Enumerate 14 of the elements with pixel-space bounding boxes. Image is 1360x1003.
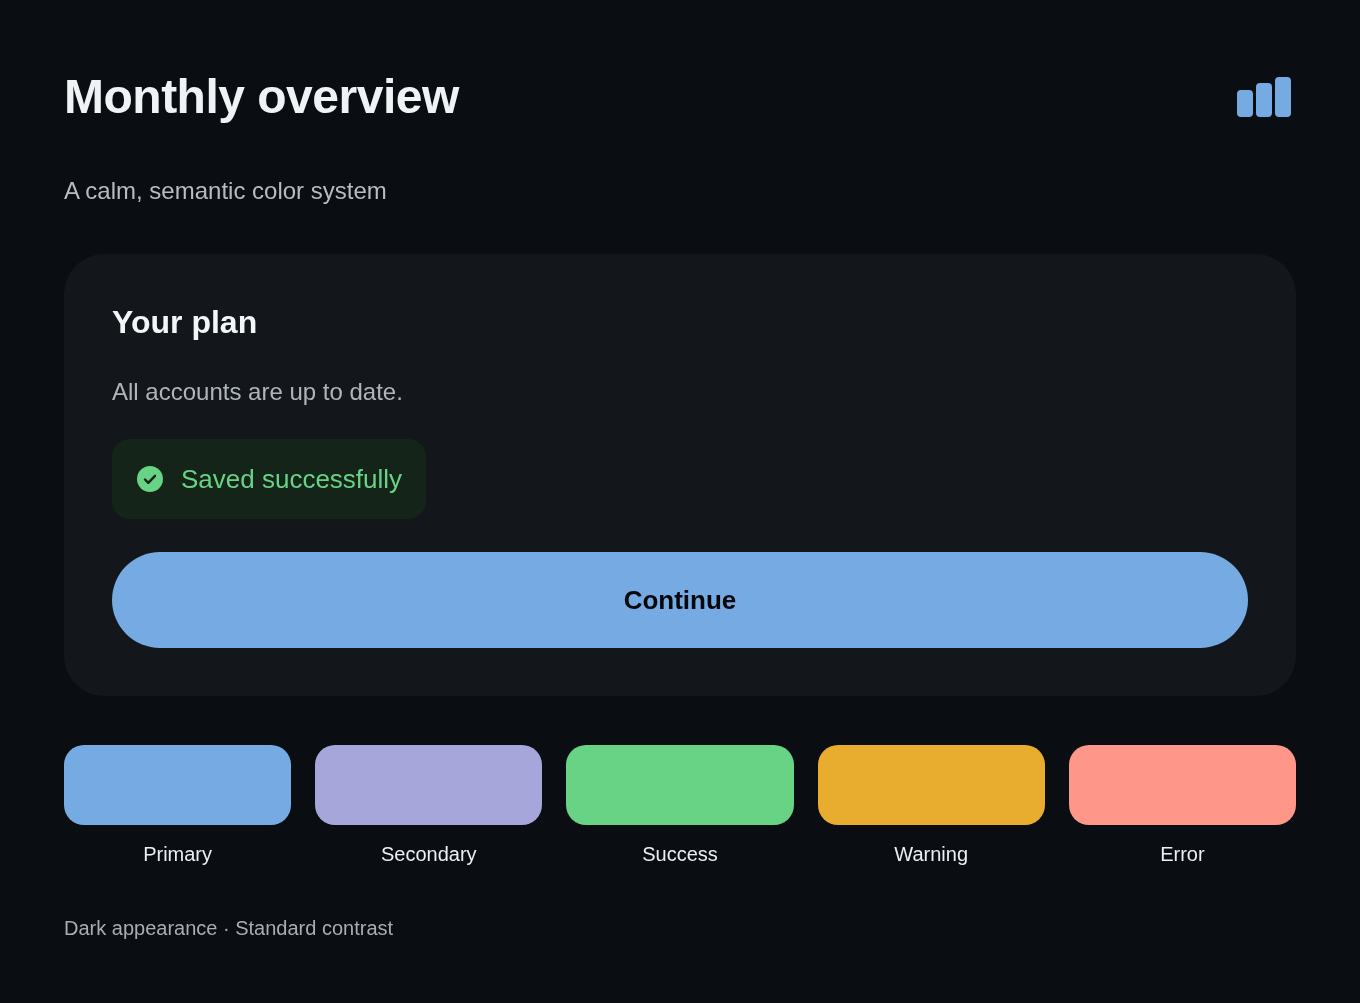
continue-button[interactable]: Continue (112, 552, 1248, 648)
swatch-label: Primary (143, 842, 213, 867)
page-title: Monthly overview (64, 69, 459, 125)
footer-note: Dark appearance · Standard contrast (64, 916, 394, 941)
bar-chart-icon (1237, 77, 1291, 117)
page-subtitle: A calm, semantic color system (64, 176, 387, 206)
check-circle-icon (137, 466, 163, 492)
swatch-label: Error (1160, 842, 1205, 867)
alert-text: Saved successfully (181, 463, 403, 495)
swatch-label: Success (642, 842, 718, 867)
swatch-label: Secondary (380, 842, 477, 867)
swatch-label: Warning (894, 842, 969, 867)
card-message: All accounts are up to date. (112, 377, 403, 407)
card-title: Your plan (112, 303, 258, 342)
